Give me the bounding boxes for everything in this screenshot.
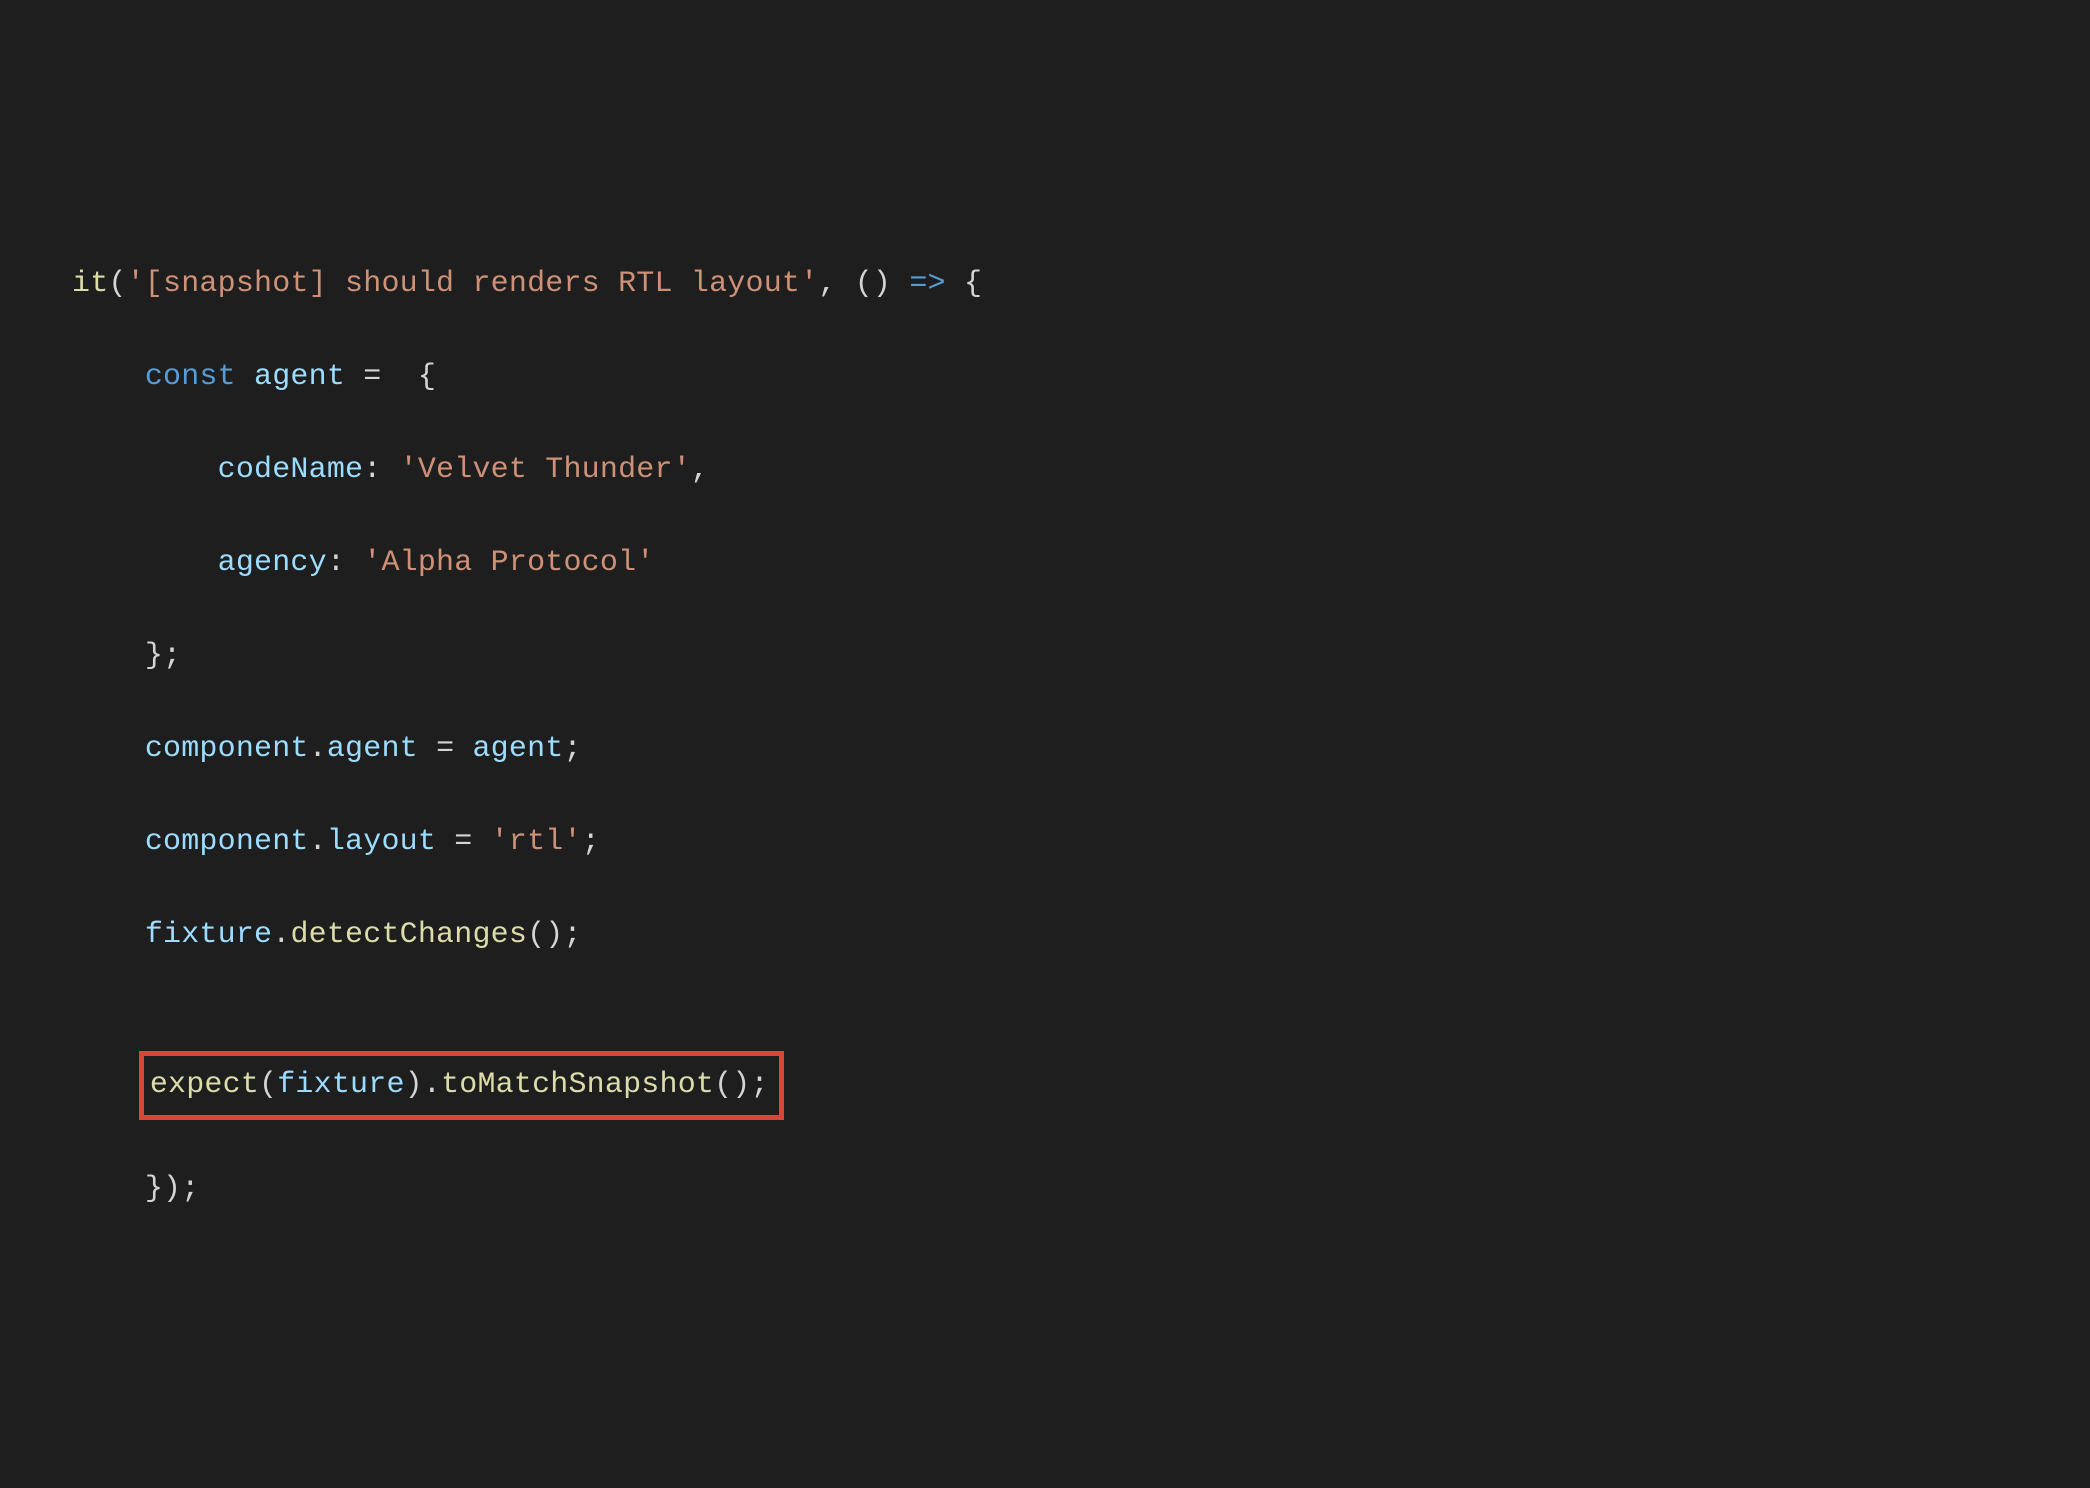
semi: ; xyxy=(563,732,581,766)
equals: = xyxy=(436,732,454,766)
space xyxy=(946,267,964,301)
equals: = xyxy=(363,360,381,394)
call: (); xyxy=(527,918,582,952)
paren: ) xyxy=(405,1068,423,1102)
space xyxy=(236,360,254,394)
indent xyxy=(72,918,145,952)
space xyxy=(381,453,399,487)
code-line-3: codeName: 'Velvet Thunder', xyxy=(72,447,2090,494)
indent xyxy=(72,1172,145,1206)
indent xyxy=(72,546,218,580)
space xyxy=(891,267,909,301)
space xyxy=(345,546,363,580)
string-alpha: 'Alpha Protocol' xyxy=(363,546,654,580)
close-brace: }; xyxy=(145,639,181,673)
obj-fixture: fixture xyxy=(145,918,272,952)
code-line-6: component.agent = agent; xyxy=(72,726,2090,773)
space xyxy=(454,732,472,766)
brace: { xyxy=(964,267,982,301)
string-rtl: 'rtl' xyxy=(491,825,582,859)
semi: ; xyxy=(582,825,600,859)
indent xyxy=(72,639,145,673)
code-line-2: const agent = { xyxy=(72,354,2090,401)
prop-agent: agent xyxy=(327,732,418,766)
brace: { xyxy=(418,360,436,394)
fn-detectchanges: detectChanges xyxy=(290,918,527,952)
comma: , xyxy=(818,267,854,301)
paren: ( xyxy=(259,1068,277,1102)
fn-expect: expect xyxy=(150,1068,259,1102)
prop-codename: codeName xyxy=(218,453,364,487)
dot: . xyxy=(309,732,327,766)
code-line-11: }); xyxy=(72,1166,2090,1213)
var-agent-ref: agent xyxy=(472,732,563,766)
obj-component: component xyxy=(145,732,309,766)
arg-fixture: fixture xyxy=(277,1068,404,1102)
keyword-const: const xyxy=(145,360,236,394)
test-name-string: '[snapshot] should renders RTL layout' xyxy=(127,267,819,301)
code-line-4: agency: 'Alpha Protocol' xyxy=(72,540,2090,587)
string-velvet: 'Velvet Thunder' xyxy=(400,453,691,487)
colon: : xyxy=(363,453,381,487)
dot: . xyxy=(272,918,290,952)
space xyxy=(436,825,454,859)
paren: ( xyxy=(108,267,126,301)
dot: . xyxy=(423,1068,441,1102)
code-block: it('[snapshot] should renders RTL layout… xyxy=(72,214,2090,1259)
highlight-box: expect(fixture).toMatchSnapshot(); xyxy=(139,1051,784,1120)
indent xyxy=(72,360,145,394)
comma: , xyxy=(691,453,709,487)
obj-component: component xyxy=(145,825,309,859)
code-line-7: component.layout = 'rtl'; xyxy=(72,819,2090,866)
arrow: => xyxy=(909,267,945,301)
equals: = xyxy=(454,825,472,859)
space xyxy=(345,360,363,394)
code-line-1: it('[snapshot] should renders RTL layout… xyxy=(72,261,2090,308)
var-agent: agent xyxy=(254,360,345,394)
space xyxy=(418,732,436,766)
prop-layout: layout xyxy=(327,825,436,859)
close: }); xyxy=(145,1172,200,1206)
indent xyxy=(72,732,145,766)
code-line-5: }; xyxy=(72,633,2090,680)
space xyxy=(472,825,490,859)
fn-it: it xyxy=(72,267,108,301)
call: (); xyxy=(714,1068,769,1102)
code-line-8: fixture.detectChanges(); xyxy=(72,912,2090,959)
indent xyxy=(72,1068,145,1102)
prop-agency: agency xyxy=(218,546,327,580)
indent xyxy=(72,825,145,859)
indent xyxy=(72,453,218,487)
fn-tomatchsnapshot: toMatchSnapshot xyxy=(441,1068,714,1102)
colon: : xyxy=(327,546,345,580)
paren-args: () xyxy=(855,267,891,301)
space xyxy=(381,360,417,394)
code-line-10: expect(fixture).toMatchSnapshot(); xyxy=(72,1051,2090,1120)
dot: . xyxy=(309,825,327,859)
